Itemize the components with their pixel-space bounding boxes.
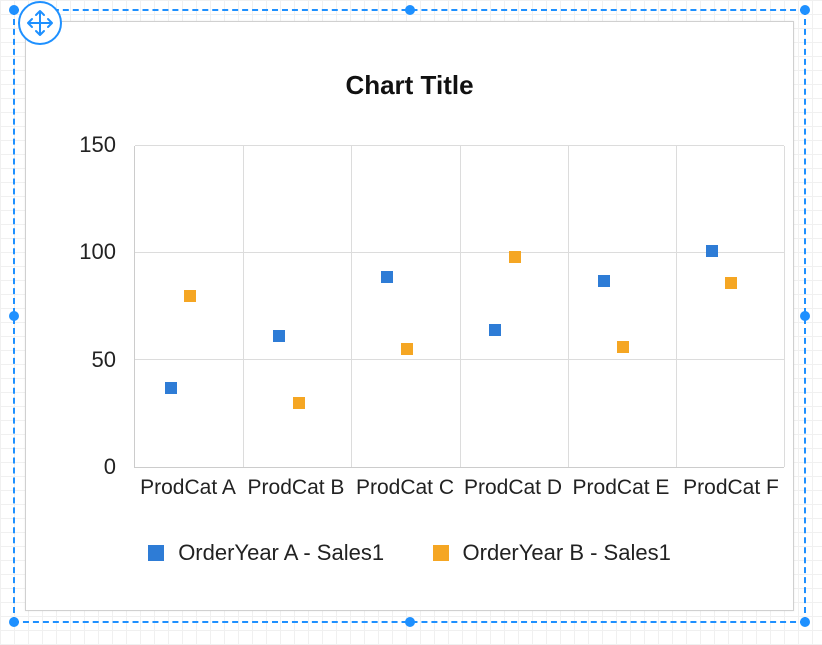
x-tick: ProdCat B [248,476,345,500]
data-point[interactable] [184,290,196,302]
x-tick: ProdCat F [683,476,779,500]
data-point[interactable] [725,277,737,289]
legend-swatch [433,545,449,561]
legend-item[interactable]: OrderYear B - Sales1 [433,540,671,566]
gridline [243,146,244,467]
chart-title[interactable]: Chart Title [26,70,793,101]
resize-handle-e[interactable] [800,311,810,321]
resize-handle-nw[interactable] [9,5,19,15]
plot-area[interactable] [134,146,784,468]
chart-panel[interactable]: Chart Title 150 100 50 0 [25,21,794,611]
data-point[interactable] [509,251,521,263]
x-tick: ProdCat A [140,476,236,500]
x-tick: ProdCat C [356,476,454,500]
y-tick: 100 [56,239,116,265]
resize-handle-se[interactable] [800,617,810,627]
legend[interactable]: OrderYear A - Sales1 OrderYear B - Sales… [26,540,793,566]
data-point[interactable] [489,324,501,336]
gridline [676,146,677,467]
legend-swatch [148,545,164,561]
resize-handle-n[interactable] [405,5,415,15]
data-point[interactable] [617,341,629,353]
data-point[interactable] [293,397,305,409]
y-tick: 50 [56,347,116,373]
y-tick: 150 [56,132,116,158]
move-handle-icon[interactable] [18,1,62,45]
resize-handle-sw[interactable] [9,617,19,627]
data-point[interactable] [401,343,413,355]
resize-handle-ne[interactable] [800,5,810,15]
data-point[interactable] [381,271,393,283]
x-tick: ProdCat D [464,476,562,500]
resize-handle-w[interactable] [9,311,19,321]
data-point[interactable] [165,382,177,394]
y-tick: 0 [56,454,116,480]
x-tick: ProdCat E [573,476,670,500]
chart-selection-frame[interactable]: Chart Title 150 100 50 0 [13,9,806,623]
data-point[interactable] [273,330,285,342]
resize-handle-s[interactable] [405,617,415,627]
gridline [568,146,569,467]
legend-item[interactable]: OrderYear A - Sales1 [148,540,384,566]
legend-label: OrderYear B - Sales1 [463,540,671,566]
legend-label: OrderYear A - Sales1 [178,540,384,566]
data-point[interactable] [598,275,610,287]
gridline [460,146,461,467]
data-point[interactable] [706,245,718,257]
gridline [784,146,785,467]
gridline [351,146,352,467]
